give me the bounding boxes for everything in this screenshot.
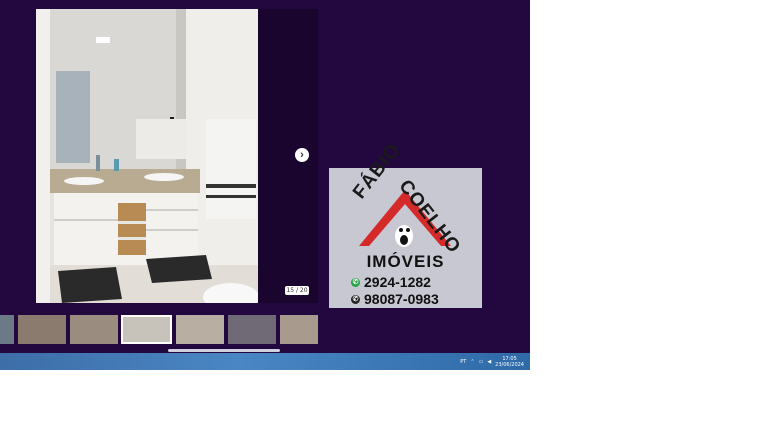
whatsapp-icon: ✆	[351, 277, 360, 287]
network-icon[interactable]: ▭	[479, 359, 484, 365]
thumbnail-strip	[0, 315, 330, 345]
agency-logo: FÁBIO COELHO IMÓVEIS ✆ 2924-1282 ✆ 98087…	[329, 139, 482, 308]
photo-side-panel	[258, 9, 318, 303]
phone-icon: ✆	[351, 294, 360, 304]
system-tray: PT ⌃ ▭ ◀ 17:05 23/06/2024	[460, 354, 524, 369]
phone-number-2: 98087-0983	[364, 291, 439, 307]
next-photo-button[interactable]: ›	[295, 148, 309, 162]
photo-counter: 15 / 20	[285, 286, 309, 295]
thumbnail[interactable]	[176, 315, 224, 344]
taskbar: PT ⌃ ▭ ◀ 17:05 23/06/2024	[0, 353, 530, 370]
volume-icon[interactable]: ◀	[487, 359, 491, 365]
thumbnail[interactable]	[280, 315, 318, 344]
thumbnail[interactable]	[228, 315, 276, 344]
thumbnail[interactable]	[0, 315, 14, 344]
thumbnail-scrollbar[interactable]	[168, 349, 280, 352]
bathroom-photo	[36, 9, 258, 303]
main-photo[interactable]	[36, 9, 258, 303]
thumbnail-active[interactable]	[121, 315, 172, 344]
photo-viewer: › 15 / 20 FÁBIO COELHO IMÓVEIS ✆ 2924-12…	[0, 0, 530, 353]
language-indicator[interactable]: PT	[460, 359, 466, 365]
phone-line-1: ✆ 2924-1282	[351, 274, 431, 290]
thumbnail[interactable]	[70, 315, 118, 344]
chevron-up-icon[interactable]: ⌃	[470, 359, 474, 365]
clock[interactable]: 17:05 23/06/2024	[495, 356, 524, 368]
clock-date: 23/06/2024	[495, 361, 524, 368]
logo-tagline: IMÓVEIS	[366, 252, 445, 271]
phone-line-2: ✆ 98087-0983	[351, 291, 439, 307]
phone-number-1: 2924-1282	[364, 274, 431, 290]
thumbnail[interactable]	[18, 315, 66, 344]
